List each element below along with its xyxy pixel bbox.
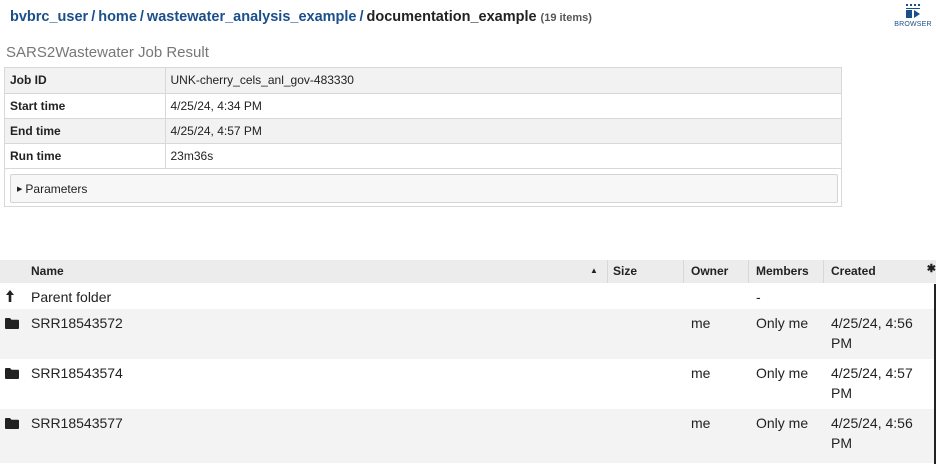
column-divider [683,260,684,283]
row-members: - [756,289,761,305]
row-owner: me [691,415,711,431]
row-owner: me [691,315,711,331]
column-header-members[interactable]: Members [756,260,809,283]
row-name[interactable]: SRR18543574 [31,365,123,381]
row-members: Only me [756,415,809,431]
row-created-ampm: PM [831,385,852,401]
row-members: Only me [756,315,809,331]
job-row-id: Job ID UNK-cherry_cels_anl_gov-483330 [5,68,841,94]
row-name[interactable]: SRR18543572 [31,315,123,331]
up-arrow-icon [6,290,14,302]
column-divider [607,260,608,283]
caret-right-icon: ▶ [17,186,23,193]
parameters-toggle[interactable]: ▶ Parameters [10,174,838,203]
row-created-date: 4/25/24, 4:57 [831,365,913,381]
job-value: 4/25/24, 4:34 PM [165,93,841,119]
job-summary-panel: Job ID UNK-cherry_cels_anl_gov-483330 St… [4,67,842,207]
folder-icon [5,418,19,429]
browser-button[interactable]: BROWSER [893,4,933,28]
table-row[interactable]: SRR18543572 me Only me 4/25/24, 4:56 PM [0,309,936,359]
job-key: Start time [5,93,166,119]
column-header-owner[interactable]: Owner [691,260,728,283]
column-header-name[interactable]: Name [31,260,64,283]
breadcrumb-link-project[interactable]: wastewater_analysis_example [147,9,357,25]
job-key: End time [5,118,166,144]
column-header-created[interactable]: Created [831,260,876,283]
parameters-label: Parameters [25,182,88,196]
job-value: 23m36s [165,143,841,169]
row-created-date: 4/25/24, 4:56 [831,315,913,331]
job-value: UNK-cherry_cels_anl_gov-483330 [165,68,841,94]
browser-label: BROWSER [894,21,932,28]
row-created-ampm: PM [831,435,852,451]
gear-icon[interactable]: ✱ [927,262,936,275]
job-result-title: SARS2Wastewater Job Result [6,44,209,61]
job-row-runtime: Run time 23m36s [5,143,841,169]
row-members: Only me [756,365,809,381]
breadcrumb-link-user[interactable]: bvbrc_user [10,9,88,25]
folder-icon [5,368,19,379]
column-divider [748,260,749,283]
job-key: Job ID [5,68,166,94]
parent-folder-label[interactable]: Parent folder [31,289,111,305]
parent-folder-row[interactable]: Parent folder - [0,283,936,309]
browser-grid-icon [906,4,920,18]
breadcrumb: bvbrc_user / home / wastewater_analysis_exam… [10,9,592,25]
breadcrumb-current: documentation_example [366,9,537,25]
sort-ascending-icon: ▲ [590,266,598,275]
row-name[interactable]: SRR18543577 [31,415,123,431]
job-row-end: End time 4/25/24, 4:57 PM [5,118,841,144]
folder-icon [5,318,19,329]
job-value: 4/25/24, 4:57 PM [165,118,841,144]
breadcrumb-separator: / [139,9,144,25]
column-divider [823,260,824,283]
breadcrumb-link-home[interactable]: home [98,9,137,25]
table-row[interactable]: SRR18543574 me Only me 4/25/24, 4:57 PM [0,359,936,409]
grid-header: Name ▲ Size Owner Members Created ✱ [0,260,936,283]
breadcrumb-separator: / [91,9,96,25]
row-owner: me [691,365,711,381]
job-summary-table: Job ID UNK-cherry_cels_anl_gov-483330 St… [5,68,841,169]
job-key: Run time [5,143,166,169]
row-created-ampm: PM [831,335,852,351]
breadcrumb-separator: / [359,9,364,25]
column-header-size[interactable]: Size [613,260,637,283]
job-row-start: Start time 4/25/24, 4:34 PM [5,93,841,119]
file-grid: Name ▲ Size Owner Members Created ✱ Pare… [0,260,936,463]
row-created-date: 4/25/24, 4:56 [831,415,913,431]
item-count: (19 items) [540,12,592,24]
table-row[interactable]: SRR18543577 me Only me 4/25/24, 4:56 PM [0,409,936,463]
